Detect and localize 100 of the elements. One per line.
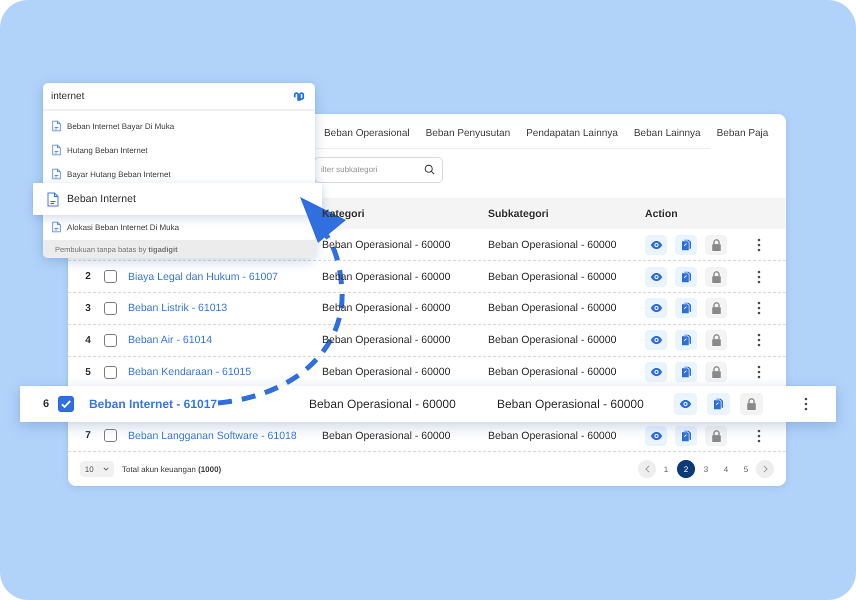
table-cell-text: Beban Operasional - 60000 [488, 430, 618, 442]
documents-icon [680, 270, 692, 283]
table-cell-text: Beban Operasional - 60000 [488, 238, 618, 251]
logo-icon [293, 90, 305, 102]
copy-button[interactable] [675, 362, 697, 382]
page-button[interactable]: 5 [737, 460, 755, 478]
copy-button[interactable] [675, 266, 697, 287]
copy-button[interactable] [675, 298, 697, 318]
checkbox[interactable] [104, 302, 117, 315]
document-icon [52, 120, 61, 132]
copy-button[interactable] [675, 234, 697, 255]
more-icon[interactable] [756, 270, 760, 284]
column-header: Subkategori [488, 208, 550, 220]
account-link[interactable]: Beban Air - 61014 [128, 334, 322, 346]
lock-icon [745, 398, 758, 410]
document-icon [52, 144, 61, 156]
suggestion-item[interactable]: Bayar Hutang Beban Internet [43, 162, 315, 186]
more-icon[interactable] [756, 301, 760, 316]
view-button[interactable] [645, 330, 667, 350]
category-tab[interactable]: Beban Paja [716, 128, 768, 148]
more-icon[interactable] [756, 428, 760, 443]
view-button[interactable] [645, 298, 667, 318]
document-icon [52, 168, 61, 180]
suggestion-item[interactable]: Beban Internet [33, 183, 322, 215]
table-cell-text: Beban Operasional - 60000 [322, 238, 452, 251]
category-tab[interactable]: Beban Lainnya [634, 128, 701, 148]
lock-icon [710, 430, 722, 442]
search-field[interactable]: internet [51, 90, 293, 102]
copy-button[interactable] [707, 393, 730, 416]
table-cell-text: Beban Operasional - 60000 [322, 366, 452, 378]
suggestion-item[interactable]: Alokasi Beban Internet Di Muka [43, 215, 315, 239]
more-icon[interactable] [756, 238, 760, 252]
search-icon [424, 164, 435, 175]
lock-button[interactable] [705, 330, 727, 350]
category-tab[interactable]: Beban Penyusutan [426, 128, 510, 148]
eye-icon [650, 366, 662, 378]
table-cell-text: Beban Operasional - 60000 [322, 302, 452, 314]
suggestion-item[interactable]: Hutang Beban Internet [43, 138, 315, 162]
account-link[interactable]: Biaya Legal dan Hukum - 61007 [128, 270, 322, 283]
checkbox[interactable] [104, 429, 117, 442]
row-number: 3 [84, 302, 92, 314]
account-link[interactable]: Beban Listrik - 61013 [128, 302, 322, 314]
view-button[interactable] [674, 393, 697, 416]
view-button[interactable] [645, 362, 667, 382]
total-count: Total akun keuangan (1000) [122, 464, 222, 474]
view-button[interactable] [645, 266, 667, 287]
eye-icon [650, 270, 662, 283]
document-icon [52, 221, 61, 233]
row-number: 6 [42, 398, 50, 410]
lock-button[interactable] [740, 393, 763, 416]
page-button[interactable]: 1 [657, 460, 675, 478]
checkbox[interactable] [104, 366, 117, 379]
lock-icon [710, 238, 722, 251]
chevron-right-icon [762, 465, 768, 474]
chevron-left-icon [644, 465, 650, 474]
row-number: 4 [84, 334, 92, 346]
documents-icon [712, 398, 725, 410]
view-button[interactable] [645, 234, 667, 255]
page-button[interactable]: 4 [717, 460, 735, 478]
account-link[interactable]: Beban Kendaraan - 61015 [128, 366, 322, 378]
table-cell-text: Beban Operasional - 60000 [488, 366, 618, 378]
lock-button[interactable] [705, 362, 727, 382]
documents-icon [680, 430, 692, 442]
documents-icon [680, 302, 692, 314]
filter-field[interactable]: ilter subkategori [314, 156, 443, 183]
checkbox[interactable] [104, 270, 117, 284]
lock-button[interactable] [705, 266, 727, 287]
column-header: Action [645, 208, 679, 220]
documents-icon [680, 238, 692, 251]
documents-icon [680, 366, 692, 378]
row-number: 2 [84, 271, 92, 282]
page-size-select[interactable]: 10 [80, 461, 114, 478]
copy-button[interactable] [675, 330, 697, 350]
table-cell-text: Beban Operasional - 60000 [488, 270, 618, 283]
row-number: 7 [84, 430, 92, 442]
copy-button[interactable] [675, 426, 697, 446]
suggestion-item[interactable]: Beban Internet Bayar Di Muka [43, 114, 315, 138]
checkbox[interactable] [104, 334, 117, 347]
account-link[interactable]: Beban Internet - 61017 [89, 397, 309, 412]
account-link[interactable]: Beban Langganan Software - 61018 [128, 430, 322, 442]
lock-button[interactable] [705, 234, 727, 255]
lock-button[interactable] [705, 298, 727, 318]
more-icon[interactable] [804, 397, 808, 412]
lock-button[interactable] [705, 426, 727, 446]
checkbox[interactable] [58, 396, 74, 412]
more-icon[interactable] [756, 365, 760, 380]
table-cell-text: Beban Operasional - 60000 [309, 397, 457, 412]
page-button[interactable]: 2 [677, 460, 695, 478]
more-icon[interactable] [756, 333, 760, 348]
view-button[interactable] [645, 426, 667, 446]
eye-icon [650, 238, 662, 251]
category-tab[interactable]: Pendapatan Lainnya [526, 128, 618, 148]
category-tab[interactable]: Beban Operasional [324, 128, 410, 148]
eye-icon [679, 398, 692, 410]
page-button[interactable]: 3 [697, 460, 715, 478]
lock-icon [710, 366, 722, 378]
documents-icon [680, 334, 692, 346]
document-icon [47, 192, 59, 206]
highlighted-row[interactable]: 6 Beban Internet - 61017 Beban Operasional - 60000 Beban Operasional - 60000 [20, 386, 836, 422]
lock-icon [710, 334, 722, 346]
